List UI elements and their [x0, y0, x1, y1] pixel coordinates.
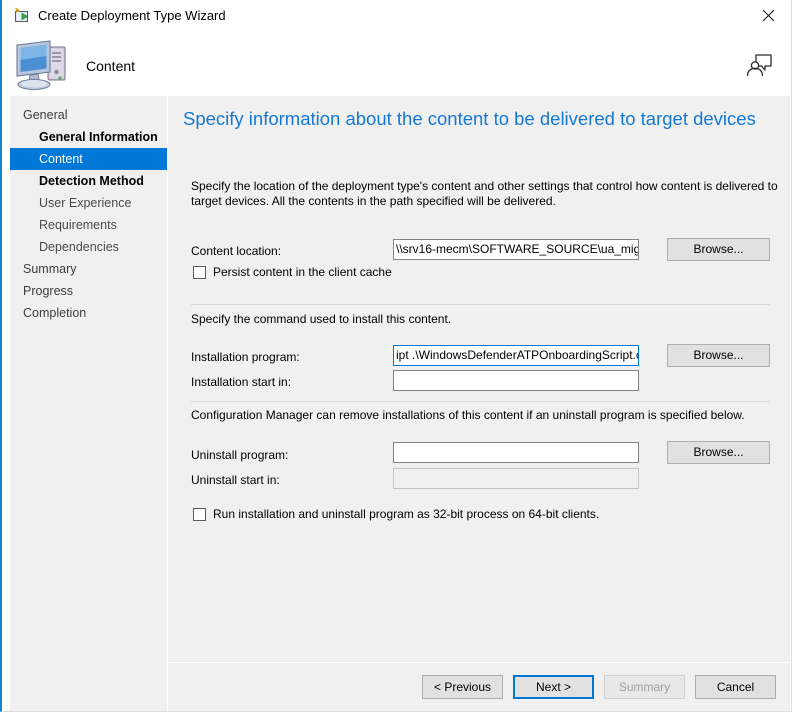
content-intro-text: Specify the location of the deployment t…: [191, 179, 778, 208]
content-location-label: Content location:: [191, 244, 282, 258]
separator-install: [191, 304, 770, 305]
sidebar-item-dependencies[interactable]: Dependencies: [10, 236, 167, 258]
uninstall-start-in-label: Uninstall start in:: [191, 473, 280, 487]
persist-content-checkbox[interactable]: Persist content in the client cache: [193, 265, 392, 279]
installation-program-input[interactable]: ipt .\WindowsDefenderATPOnboardingScript…: [393, 345, 639, 366]
run-32bit-checkbox[interactable]: Run installation and uninstall program a…: [193, 507, 599, 521]
persist-content-label: Persist content in the client cache: [213, 265, 392, 279]
installation-start-in-label: Installation start in:: [191, 375, 292, 389]
deployment-type-wizard-icon: [13, 7, 31, 25]
content-location-input[interactable]: \\srv16-mecm\SOFTWARE_SOURCE\ua_migrate: [393, 239, 639, 260]
install-section-note: Specify the command used to install this…: [191, 312, 452, 326]
installation-start-in-input[interactable]: [393, 370, 639, 391]
summary-button: Summary: [604, 675, 685, 699]
separator-uninstall: [191, 401, 770, 402]
sidebar-item-progress[interactable]: Progress: [10, 280, 167, 302]
sidebar-item-general[interactable]: General: [10, 104, 167, 126]
checkbox-box: [193, 265, 206, 279]
uninstall-start-in-input: [393, 468, 639, 489]
close-icon: [762, 9, 775, 22]
send-feedback-icon[interactable]: [744, 49, 774, 79]
uninstall-section-note: Configuration Manager can remove install…: [191, 408, 745, 422]
uninstall-program-label: Uninstall program:: [191, 448, 289, 462]
sidebar-item-content[interactable]: Content: [10, 148, 167, 170]
window-title: Create Deployment Type Wizard: [38, 8, 226, 23]
previous-button[interactable]: < Previous: [422, 675, 503, 699]
computer-icon: [12, 36, 74, 94]
sidebar-item-detection-method[interactable]: Detection Method: [10, 170, 167, 192]
next-button[interactable]: Next >: [513, 675, 594, 699]
run-32bit-label: Run installation and uninstall program a…: [213, 507, 600, 521]
uninstall-program-input[interactable]: [393, 442, 639, 463]
checkbox-box: [193, 507, 206, 521]
sidebar-item-summary[interactable]: Summary: [10, 258, 167, 280]
installation-program-label: Installation program:: [191, 350, 300, 364]
sidebar-item-completion[interactable]: Completion: [10, 302, 167, 324]
wizard-steps-sidebar: General General Information Content Dete…: [10, 96, 168, 711]
sidebar-item-general-information[interactable]: General Information: [10, 126, 167, 148]
cancel-button[interactable]: Cancel: [695, 675, 776, 699]
title-bar: Create Deployment Type Wizard: [2, 0, 791, 32]
create-deployment-type-wizard-window: Create Deployment Type Wizard Content Ge…: [0, 0, 792, 712]
page-title: Content: [86, 58, 136, 74]
content-panel: Specify information about the content to…: [168, 96, 790, 663]
wizard-steps-list: General General Information Content Dete…: [10, 96, 167, 324]
uninstall-program-browse-button[interactable]: Browse...: [667, 441, 770, 464]
installation-program-value: ipt .\WindowsDefenderATPOnboardingScript…: [396, 348, 639, 362]
wizard-header: Content: [4, 32, 790, 96]
content-heading: Specify information about the content to…: [183, 108, 756, 129]
wizard-footer: < Previous Next > Summary Cancel: [168, 663, 790, 711]
close-button[interactable]: [745, 0, 791, 30]
sidebar-item-requirements[interactable]: Requirements: [10, 214, 167, 236]
sidebar-item-user-experience[interactable]: User Experience: [10, 192, 167, 214]
wizard-body: General General Information Content Dete…: [4, 96, 790, 711]
content-location-browse-button[interactable]: Browse...: [667, 238, 770, 261]
installation-program-browse-button[interactable]: Browse...: [667, 344, 770, 367]
